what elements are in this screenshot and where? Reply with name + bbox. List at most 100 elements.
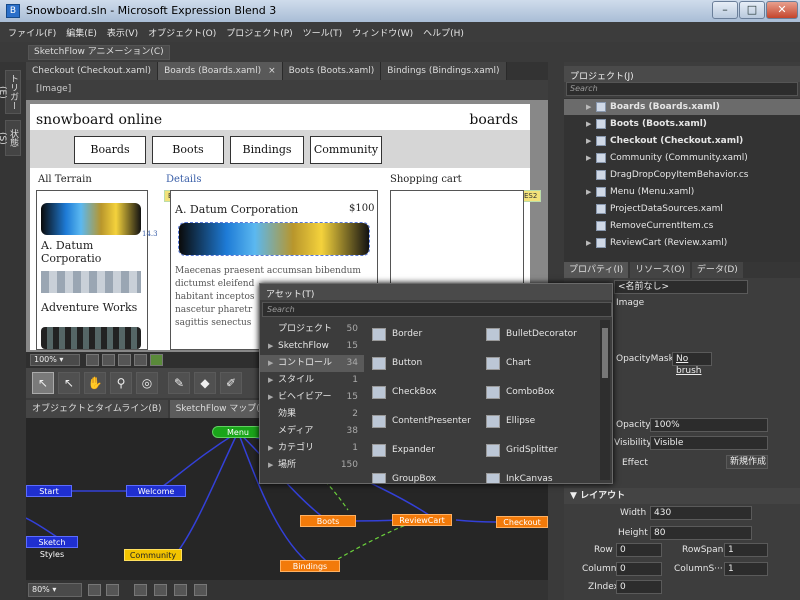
close-icon[interactable]: × — [268, 66, 276, 76]
flow-tool-icon[interactable] — [134, 584, 147, 596]
grid-icon[interactable] — [102, 354, 115, 366]
asset-category-item[interactable]: ▶ ビヘイビアー 15 — [260, 389, 364, 406]
assets-search-input[interactable]: Search — [262, 302, 612, 317]
annotations-icon[interactable] — [150, 354, 163, 366]
maximize-button[interactable]: □ — [739, 1, 765, 19]
menu-project[interactable]: プロジェクト(P) — [226, 26, 292, 39]
project-file-item[interactable]: RemoveCurrentItem.cs — [564, 218, 800, 234]
tab-resources[interactable]: リソース(O) — [630, 262, 690, 278]
breadcrumb-item[interactable]: [Image] — [36, 84, 71, 94]
project-file-item[interactable]: ▶ Boards (Boards.xaml) — [564, 99, 800, 115]
sketch-nav-boots[interactable]: Boots — [152, 136, 224, 164]
project-file-item[interactable]: DragDropCopyItemBehavior.cs — [564, 167, 800, 183]
menu-file[interactable]: ファイル(F) — [8, 26, 56, 39]
list-item-corp[interactable]: A. Datum Corporatio — [41, 239, 147, 265]
tab-data[interactable]: データ(D) — [691, 262, 743, 278]
scrollbar-thumb[interactable] — [602, 328, 608, 378]
asset-item[interactable]: Ellipse — [486, 413, 594, 430]
asset-item[interactable]: ContentPresenter — [372, 413, 480, 430]
asset-item[interactable]: Chart — [486, 355, 594, 372]
direct-selection-tool-icon[interactable]: ↖ — [58, 372, 80, 394]
menu-help[interactable]: ヘルプ(H) — [423, 26, 464, 39]
flow-node-boots[interactable]: Boots — [300, 515, 356, 527]
asset-item[interactable]: Border — [372, 326, 480, 343]
flow-node-checkout[interactable]: Checkout — [496, 516, 548, 528]
doc-tab-boots[interactable]: Boots (Boots.xaml) — [282, 62, 382, 80]
flow-tool-icon[interactable] — [154, 584, 167, 596]
sketch-nav-community[interactable]: Community — [310, 136, 382, 164]
flow-node-community[interactable]: Community — [124, 549, 182, 561]
asset-category-item[interactable]: ▶ スタイル 1 — [260, 372, 364, 389]
columnspan-field[interactable]: 1 — [724, 562, 768, 576]
project-file-item[interactable]: ▶ Boots (Boots.xaml) — [564, 116, 800, 132]
selection-tool-icon[interactable]: ↖ — [32, 372, 54, 394]
doc-tab-boards[interactable]: Boards (Boards.xaml) × — [158, 62, 283, 80]
asset-category-item[interactable]: ▶ SketchFlow 15 — [260, 338, 364, 355]
expand-arrow-icon[interactable]: ▶ — [586, 235, 591, 251]
paint-bucket-tool-icon[interactable]: ◆ — [194, 372, 216, 394]
flow-node-sketch-styles[interactable]: Sketch Styles — [26, 536, 78, 559]
expand-arrow-icon[interactable]: ▶ — [586, 150, 591, 166]
selected-image[interactable] — [178, 222, 370, 256]
rowspan-field[interactable]: 1 — [724, 543, 768, 557]
sketch-nav-bindings[interactable]: Bindings — [230, 136, 304, 164]
menu-window[interactable]: ウィンドウ(W) — [352, 26, 413, 39]
artboard-zoom[interactable]: 100% ▾ — [30, 354, 80, 366]
asset-item[interactable]: GroupBox — [372, 471, 480, 483]
menu-view[interactable]: 表示(V) — [107, 26, 138, 39]
asset-item[interactable]: ComboBox — [486, 384, 594, 401]
element-name-field[interactable]: <名前なし> — [614, 280, 748, 294]
asset-item[interactable]: GridSplitter — [486, 442, 594, 459]
flow-tool-icon[interactable] — [88, 584, 101, 596]
menu-edit[interactable]: 編集(E) — [66, 26, 97, 39]
expand-arrow-icon[interactable]: ▶ — [586, 116, 591, 132]
asset-item[interactable]: CheckBox — [372, 384, 480, 401]
tab-properties[interactable]: プロパティ(I) — [564, 262, 629, 278]
flow-node-welcome[interactable]: Welcome — [126, 485, 186, 497]
flow-tool-icon[interactable] — [194, 584, 207, 596]
new-effect-button[interactable]: 新規作成 — [726, 455, 768, 469]
column-field[interactable]: 0 — [616, 562, 662, 576]
project-file-item[interactable]: ▶ Menu (Menu.xaml) — [564, 184, 800, 200]
opacity-mask-value[interactable]: No brush — [672, 352, 712, 376]
asset-item[interactable]: Expander — [372, 442, 480, 459]
tab-states[interactable]: 状態(S) — [0, 120, 21, 156]
minimize-button[interactable]: – — [712, 1, 738, 19]
asset-category-item[interactable]: ▶ 場所 150 — [260, 457, 364, 474]
asset-category-item[interactable]: ▶ カテゴリ 1 — [260, 440, 364, 457]
pen-tool-icon[interactable]: ✐ — [220, 372, 242, 394]
flow-node-bindings[interactable]: Bindings — [280, 560, 340, 572]
flow-tool-icon[interactable] — [174, 584, 187, 596]
doc-tab-bindings[interactable]: Bindings (Bindings.xaml) — [381, 62, 507, 80]
expand-arrow-icon[interactable]: ▶ — [586, 99, 591, 115]
project-search-input[interactable]: Search — [566, 82, 798, 96]
camera-orbit-tool-icon[interactable]: ◎ — [136, 372, 158, 394]
render-icon[interactable] — [86, 354, 99, 366]
flow-node-reviewcart[interactable]: ReviewCart — [392, 514, 452, 526]
flow-node-menu[interactable]: Menu — [212, 426, 264, 438]
menu-tools[interactable]: ツール(T) — [303, 26, 343, 39]
project-file-item[interactable]: ▶ ReviewCart (Review.xaml) — [564, 235, 800, 251]
tab-objects-timeline[interactable]: オブジェクトとタイムライン(B) — [26, 400, 168, 418]
asset-item[interactable]: InkCanvas — [486, 471, 594, 483]
close-button[interactable]: ✕ — [766, 1, 798, 19]
menu-object[interactable]: オブジェクト(O) — [148, 26, 216, 39]
flow-node-start[interactable]: Start — [26, 485, 72, 497]
zindex-field[interactable]: 0 — [616, 580, 662, 594]
project-file-item[interactable]: ▶ Community (Community.xaml) — [564, 150, 800, 166]
sketch-nav-boards[interactable]: Boards — [74, 136, 146, 164]
pan-tool-icon[interactable]: ✋ — [84, 372, 106, 394]
asset-item[interactable]: BulletDecorator — [486, 326, 594, 343]
expand-arrow-icon[interactable]: ▶ — [586, 184, 591, 200]
project-file-item[interactable]: ProjectDataSources.xaml — [564, 201, 800, 217]
grid-snap-icon[interactable] — [118, 354, 131, 366]
zoom-tool-icon[interactable]: ⚲ — [110, 372, 132, 394]
asset-item[interactable]: Button — [372, 355, 480, 372]
tab-triggers[interactable]: トリガー(E) — [0, 70, 21, 114]
height-field[interactable]: 80 — [650, 526, 752, 540]
row-field[interactable]: 0 — [616, 543, 662, 557]
asset-category-item[interactable]: ▶ コントロール 34 — [260, 355, 364, 372]
eyedropper-tool-icon[interactable]: ✎ — [168, 372, 190, 394]
flow-zoom[interactable]: 80% ▾ — [28, 583, 82, 597]
flow-tool-icon[interactable] — [106, 584, 119, 596]
